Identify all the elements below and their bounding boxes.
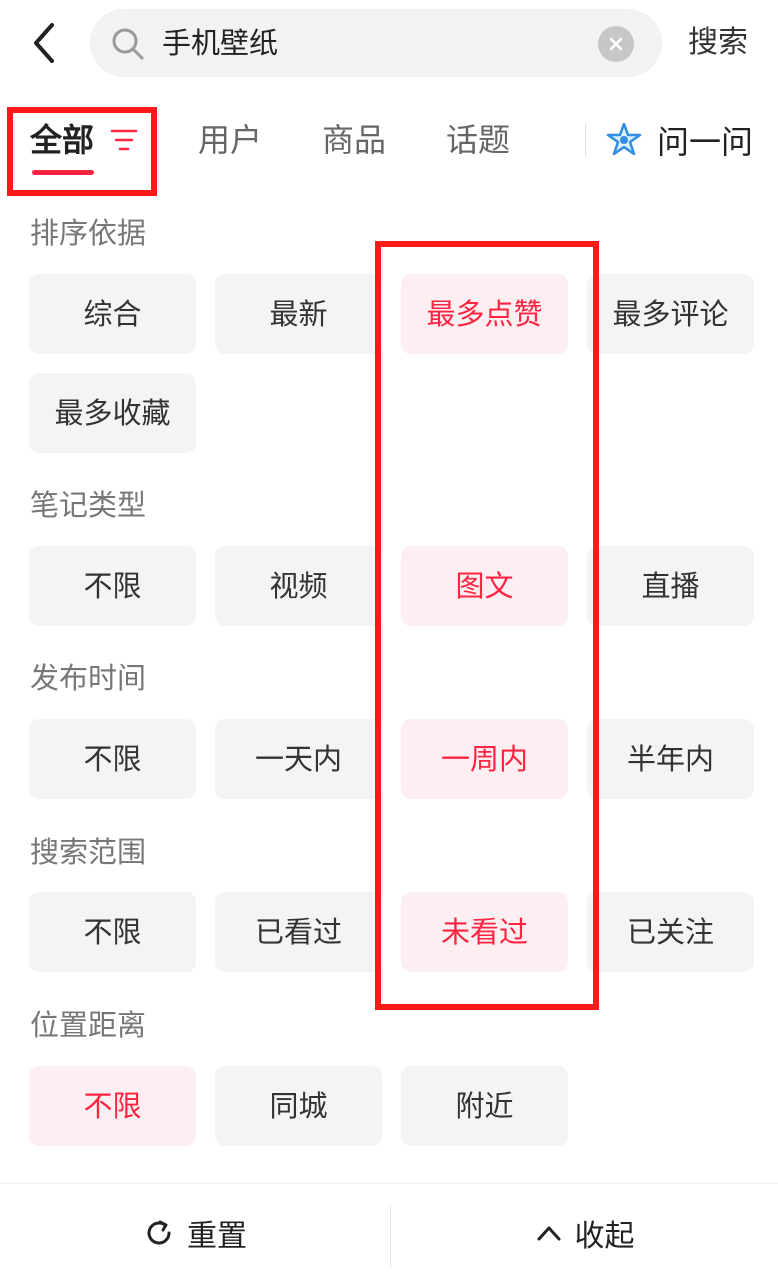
chip-scope-following[interactable]: 已关注 bbox=[587, 892, 754, 972]
section-title-note-type: 笔记类型 bbox=[30, 488, 147, 522]
chip-sort-most-likes[interactable]: 最多点赞 bbox=[401, 274, 568, 354]
tab-users[interactable]: 用户 bbox=[198, 100, 262, 180]
search-header: 手机壁纸 搜索 bbox=[0, 0, 778, 88]
chip-time-one-day[interactable]: 一天内 bbox=[215, 719, 382, 799]
ask-button[interactable]: 问一问 bbox=[605, 100, 753, 180]
chip-sort-most-comments[interactable]: 最多评论 bbox=[587, 274, 754, 354]
clear-search-button[interactable] bbox=[598, 26, 634, 62]
chip-type-image-text[interactable]: 图文 bbox=[401, 546, 568, 626]
search-query-text: 手机壁纸 bbox=[162, 26, 279, 60]
tab-all[interactable]: 全部 bbox=[30, 100, 94, 180]
chip-scope-viewed[interactable]: 已看过 bbox=[215, 892, 382, 972]
active-tab-underline bbox=[32, 170, 94, 175]
refresh-icon bbox=[147, 1220, 171, 1244]
tab-topics[interactable]: 话题 bbox=[446, 100, 510, 180]
section-title-sort: 排序依据 bbox=[30, 216, 147, 250]
chip-scope-any[interactable]: 不限 bbox=[29, 892, 196, 972]
chip-type-live[interactable]: 直播 bbox=[587, 546, 754, 626]
section-title-search-scope: 搜索范围 bbox=[30, 835, 147, 869]
back-button[interactable] bbox=[20, 18, 70, 68]
ask-label: 问一问 bbox=[657, 123, 754, 161]
chip-sort-newest[interactable]: 最新 bbox=[215, 274, 382, 354]
reset-label: 重置 bbox=[187, 1218, 247, 1254]
clear-icon bbox=[609, 37, 623, 51]
chip-sort-most-favorites[interactable]: 最多收藏 bbox=[29, 373, 196, 453]
ask-star-icon bbox=[606, 122, 642, 156]
filter-icon[interactable] bbox=[110, 127, 138, 153]
chip-time-half-year[interactable]: 半年内 bbox=[587, 719, 754, 799]
search-icon bbox=[112, 28, 144, 60]
collapse-label: 收起 bbox=[574, 1218, 635, 1254]
chip-type-any[interactable]: 不限 bbox=[29, 546, 196, 626]
section-title-distance: 位置距离 bbox=[30, 1008, 147, 1042]
chip-scope-not-viewed[interactable]: 未看过 bbox=[401, 892, 568, 972]
chip-time-one-week[interactable]: 一周内 bbox=[401, 719, 568, 799]
search-submit-button[interactable]: 搜索 bbox=[688, 18, 748, 68]
back-arrow-icon bbox=[34, 23, 54, 63]
chip-distance-nearby[interactable]: 附近 bbox=[401, 1066, 568, 1146]
tab-divider bbox=[585, 124, 586, 156]
chip-distance-any[interactable]: 不限 bbox=[29, 1066, 196, 1146]
search-tabs: 全部 用户 商品 话题 问一问 bbox=[0, 100, 778, 190]
chevron-up-icon bbox=[537, 1226, 560, 1240]
tab-products[interactable]: 商品 bbox=[322, 100, 386, 180]
reset-button[interactable]: 重置 bbox=[0, 1184, 390, 1280]
chip-sort-comprehensive[interactable]: 综合 bbox=[29, 274, 196, 354]
search-input[interactable]: 手机壁纸 bbox=[90, 9, 662, 77]
chip-distance-same-city[interactable]: 同城 bbox=[215, 1066, 382, 1146]
filter-footer: 重置 收起 bbox=[0, 1183, 778, 1280]
section-title-publish-time: 发布时间 bbox=[30, 661, 147, 695]
chip-time-any[interactable]: 不限 bbox=[29, 719, 196, 799]
collapse-button[interactable]: 收起 bbox=[391, 1184, 778, 1280]
chip-type-video[interactable]: 视频 bbox=[215, 546, 382, 626]
